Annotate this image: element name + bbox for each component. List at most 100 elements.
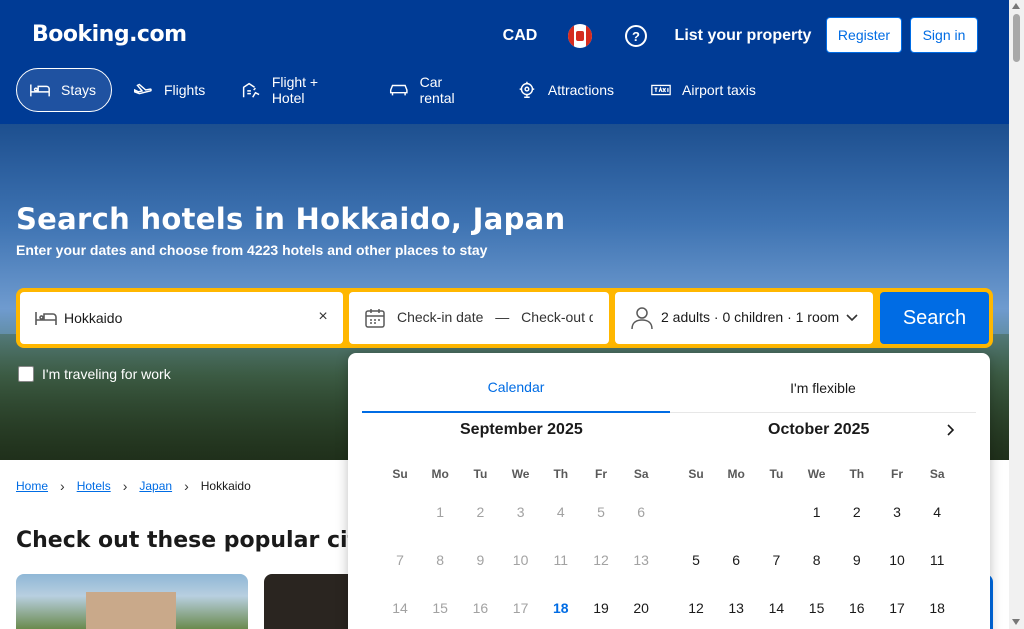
popular-cities-heading: Check out these popular citi (16, 528, 356, 553)
calendar-day[interactable]: 4 (917, 492, 957, 532)
breadcrumb-japan[interactable]: Japan (139, 479, 172, 493)
weekday-label: Th (849, 467, 865, 481)
plane-icon (134, 83, 152, 95)
calendar-day[interactable]: 18 (917, 588, 957, 628)
weekday-label: Tu (473, 467, 488, 481)
work-travel-toggle: I'm traveling for work (18, 366, 171, 382)
header: Booking.com CAD ? List your property Reg… (0, 0, 1009, 124)
next-month-button[interactable] (928, 409, 972, 451)
scroll-up-arrow-icon[interactable] (1012, 3, 1020, 9)
breadcrumb: Home › Hotels › Japan › Hokkaido (16, 478, 251, 494)
calendar-day[interactable]: 13 (621, 540, 661, 580)
tab-flights-label: Flights (164, 82, 206, 98)
calendar-day[interactable]: 13 (716, 588, 756, 628)
scrollbar-thumb[interactable] (1013, 14, 1020, 62)
breadcrumb-hotels[interactable]: Hotels (77, 479, 111, 493)
calendar-day[interactable]: 5 (581, 492, 621, 532)
chevron-right-icon (947, 424, 955, 436)
tab-car-rental-label: Car rental (419, 74, 455, 106)
tab-flight-hotel[interactable]: Flight + Hotel (228, 68, 366, 112)
destination-field: × (20, 292, 343, 344)
calendar-day[interactable]: 9 (460, 540, 500, 580)
weekday-label: We (807, 467, 826, 481)
month-title-october: October 2025 (768, 421, 870, 438)
tab-flight-hotel-label: Flight + Hotel (271, 74, 319, 106)
register-button[interactable]: Register (826, 17, 902, 53)
work-travel-checkbox[interactable] (18, 366, 34, 382)
calendar-day[interactable]: 8 (797, 540, 837, 580)
page: Booking.com CAD ? List your property Reg… (0, 0, 1024, 629)
city-card-image[interactable] (264, 574, 354, 629)
calendar-day[interactable]: 11 (541, 540, 581, 580)
weekday-label: Mo (727, 467, 745, 481)
sign-in-button[interactable]: Sign in (910, 17, 978, 53)
calendar-day[interactable]: 20 (621, 588, 661, 628)
occupancy-text: 2 adults · 0 children · 1 room (661, 309, 840, 325)
language-button[interactable] (554, 12, 606, 60)
calendar-day[interactable]: 19 (581, 588, 621, 628)
calendar-day[interactable]: 18 (541, 588, 581, 628)
chevron-right-icon: › (184, 478, 189, 494)
checkout-label: Check-out da (521, 309, 593, 325)
calendar-day[interactable]: 14 (756, 588, 796, 628)
calendar-day[interactable]: 10 (501, 540, 541, 580)
calendar-day[interactable]: 10 (877, 540, 917, 580)
tab-flexible[interactable]: I'm flexible (670, 363, 976, 413)
calendar-day[interactable]: 5 (676, 540, 716, 580)
tab-stays[interactable]: Stays (16, 68, 112, 112)
calendar-day[interactable]: 4 (541, 492, 581, 532)
destination-input[interactable] (64, 304, 310, 332)
list-property-button[interactable]: List your property (668, 12, 818, 60)
city-card-image[interactable] (16, 574, 248, 629)
calendar-day[interactable]: 12 (581, 540, 621, 580)
calendar-day[interactable]: 17 (501, 588, 541, 628)
calendar-day[interactable]: 1 (797, 492, 837, 532)
work-travel-label[interactable]: I'm traveling for work (42, 366, 171, 382)
calendar-day[interactable]: 12 (676, 588, 716, 628)
breadcrumb-hokkaido[interactable]: Hokkaido (201, 479, 251, 493)
calendar-day[interactable]: 2 (837, 492, 877, 532)
calendar-day[interactable]: 7 (756, 540, 796, 580)
help-icon: ? (625, 25, 647, 47)
weekday-label: Sa (633, 467, 649, 481)
tab-airport-taxis[interactable]: Airport taxis (638, 68, 770, 112)
calendar-day[interactable]: 11 (917, 540, 957, 580)
calendar-day[interactable]: 16 (837, 588, 877, 628)
breadcrumb-home[interactable]: Home (16, 479, 48, 493)
calendar-day[interactable]: 6 (621, 492, 661, 532)
help-button[interactable]: ? (612, 12, 660, 60)
calendar-day[interactable]: 9 (837, 540, 877, 580)
booking-logo[interactable]: Booking.com (32, 22, 187, 47)
page-title: Search hotels in Hokkaido, Japan (16, 202, 566, 236)
calendar-day[interactable]: 15 (420, 588, 460, 628)
calendar-day[interactable]: 1 (420, 492, 460, 532)
calendar-day[interactable]: 3 (501, 492, 541, 532)
tab-attractions[interactable]: Attractions (504, 68, 626, 112)
page-scrollbar[interactable] (1009, 0, 1024, 629)
weekday-label: Fr (891, 467, 903, 481)
calendar-day[interactable]: 3 (877, 492, 917, 532)
calendar-day[interactable]: 16 (460, 588, 500, 628)
weekday-label: Tu (769, 467, 784, 481)
calendar-day[interactable]: 17 (877, 588, 917, 628)
currency-button[interactable]: CAD (492, 12, 548, 60)
calendar-day[interactable]: 6 (716, 540, 756, 580)
calendar-day[interactable]: 14 (380, 588, 420, 628)
search-button[interactable]: Search (880, 292, 989, 344)
calendar-day[interactable]: 15 (797, 588, 837, 628)
person-icon (631, 307, 653, 330)
tab-stays-label: Stays (61, 82, 97, 98)
tab-flights[interactable]: Flights (120, 68, 218, 112)
bed-icon (35, 312, 57, 325)
calendar-day[interactable]: 2 (460, 492, 500, 532)
tab-calendar[interactable]: Calendar (362, 363, 670, 413)
date-picker: Calendar I'm flexible September 2025 Oct… (348, 353, 990, 629)
scroll-down-arrow-icon[interactable] (1012, 619, 1020, 625)
dates-field[interactable]: Check-in date — Check-out da (349, 292, 609, 344)
page-subtitle: Enter your dates and choose from 4223 ho… (16, 242, 488, 258)
clear-destination-icon[interactable]: × (314, 308, 332, 326)
occupancy-field[interactable]: 2 adults · 0 children · 1 room (615, 292, 873, 344)
calendar-day[interactable]: 8 (420, 540, 460, 580)
tab-car-rental[interactable]: Car rental (376, 68, 492, 112)
calendar-day[interactable]: 7 (380, 540, 420, 580)
